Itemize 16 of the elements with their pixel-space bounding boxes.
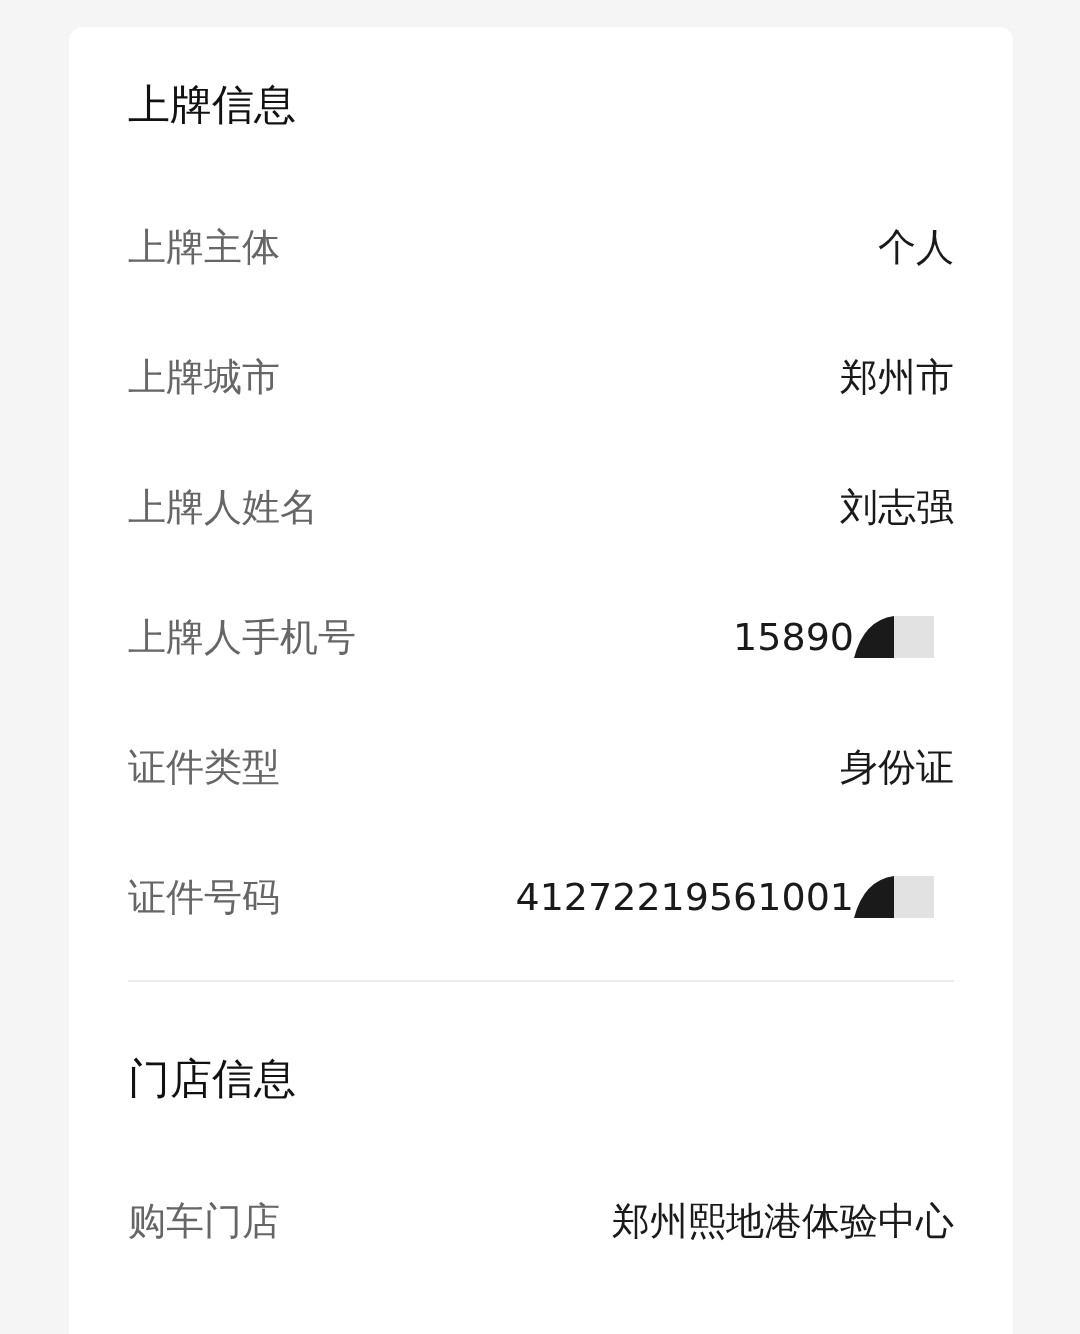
field-value: 郑州市: [840, 353, 954, 401]
field-label: 证件号码: [128, 873, 280, 921]
field-label: 证件类型: [128, 743, 280, 791]
field-value: 身份证: [840, 743, 954, 791]
field-value: 个人: [878, 223, 954, 271]
field-label: 上牌人姓名: [128, 483, 318, 531]
field-label: 上牌城市: [128, 353, 280, 401]
section-title: 上牌信息: [128, 78, 297, 131]
field-label: 购车门店: [128, 1197, 280, 1245]
field-value: 41272219561001: [515, 875, 854, 919]
field-value: 15890: [733, 615, 854, 659]
field-label: 上牌主体: [128, 223, 280, 271]
field-value: 郑州熙地港体验中心: [612, 1197, 954, 1245]
field-value: 刘志强: [840, 483, 954, 531]
field-label: 上牌人手机号: [128, 613, 356, 661]
section-title: 门店信息: [128, 1053, 297, 1105]
